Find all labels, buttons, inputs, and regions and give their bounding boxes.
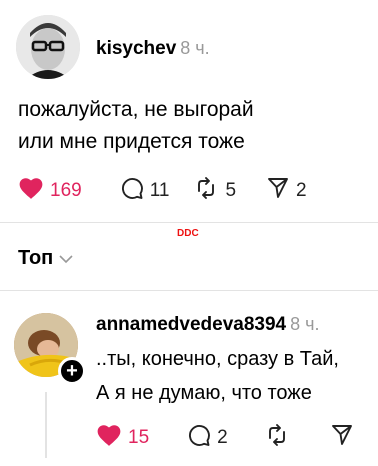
divider <box>0 290 378 291</box>
repost-count: 5 <box>225 179 237 201</box>
comment-icon <box>120 176 144 205</box>
comment-icon <box>187 423 211 452</box>
reply-comment-count: 2 <box>217 426 228 448</box>
author-username[interactable]: kisychev <box>96 38 176 59</box>
author-avatar[interactable] <box>16 15 80 79</box>
comment-button[interactable]: 11 <box>120 176 170 205</box>
share-count: 2 <box>296 179 307 201</box>
chevron-down-icon <box>53 247 73 270</box>
watermark: DDC <box>177 228 199 239</box>
divider <box>0 222 378 223</box>
like-count: 169 <box>50 179 82 201</box>
sort-label: Топ <box>18 247 54 269</box>
heart-icon <box>96 423 122 452</box>
reply-header: annamedvedeva8394 8 ч. <box>96 314 320 336</box>
repost-button[interactable]: 5 <box>193 176 236 205</box>
sort-dropdown[interactable]: Топ <box>18 247 73 270</box>
post-header: kisychev 8 ч. <box>96 38 210 60</box>
repost-icon <box>193 176 219 205</box>
share-button[interactable]: 2 <box>266 176 307 205</box>
follow-plus-icon[interactable]: + <box>58 357 86 385</box>
post-text: пожалуйста, не выгорай или мне придется … <box>18 94 254 158</box>
reply-repost-button[interactable] <box>264 423 290 452</box>
reply-actions: 15 2 <box>96 423 354 452</box>
reply-time: 8 ч. <box>290 314 320 334</box>
reply-text-line: А я не думаю, что тоже <box>96 382 312 404</box>
reply-like-button[interactable]: 15 <box>96 423 149 452</box>
reply-share-button[interactable] <box>330 423 354 452</box>
post-text-line: или мне придется тоже <box>18 130 245 153</box>
heart-icon <box>18 176 44 205</box>
repost-icon <box>264 423 290 452</box>
like-button[interactable]: 169 <box>18 176 82 205</box>
post-time: 8 ч. <box>180 38 210 58</box>
share-icon <box>266 176 290 205</box>
reply-username[interactable]: annamedvedeva8394 <box>96 314 286 335</box>
reply-like-count: 15 <box>128 426 150 448</box>
reply-avatar-wrap: + <box>14 313 86 385</box>
reply-text: ..ты, конечно, сразу в Тай, А я не думаю… <box>96 342 339 410</box>
reply-text-line: ..ты, конечно, сразу в Тай, <box>96 348 339 370</box>
post-actions: 169 11 5 2 <box>18 176 307 205</box>
post-text-line: пожалуйста, не выгорай <box>18 98 254 121</box>
thread-line <box>45 392 47 458</box>
share-icon <box>330 423 354 452</box>
reply-comment-button[interactable]: 2 <box>187 423 228 452</box>
comment-count: 11 <box>149 179 170 201</box>
